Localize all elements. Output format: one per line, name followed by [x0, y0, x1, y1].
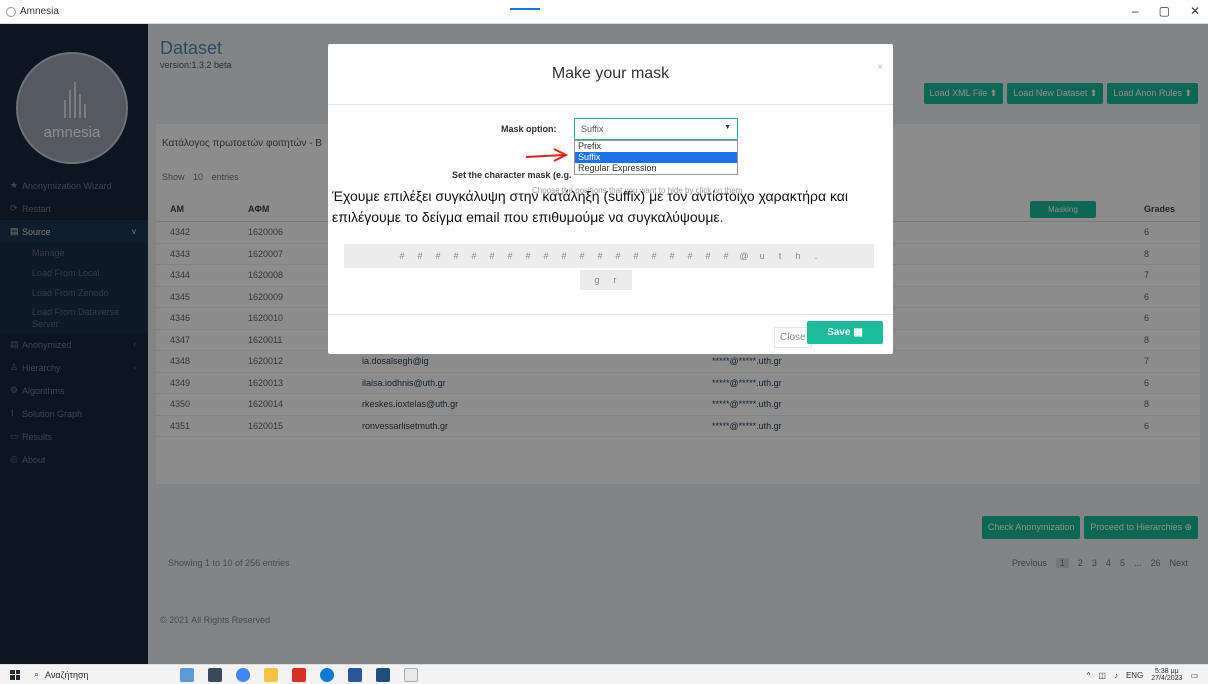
char-position[interactable]: #	[501, 251, 519, 261]
char-positions-line2: gr	[580, 270, 632, 290]
mask-option-dropdown: Prefix Suffix Regular Expression	[574, 140, 738, 175]
app-icon-red[interactable]	[292, 668, 306, 682]
window-title: Amnesia	[20, 6, 59, 17]
char-position[interactable]: @	[735, 251, 753, 261]
char-position[interactable]: #	[393, 251, 411, 261]
amnesia-taskbar-icon[interactable]	[404, 668, 418, 682]
tray-chevron-icon[interactable]: ^	[1087, 671, 1091, 680]
char-position[interactable]: .	[807, 251, 825, 261]
char-position[interactable]: #	[555, 251, 573, 261]
char-position[interactable]: #	[537, 251, 555, 261]
char-position[interactable]: r	[606, 275, 624, 285]
char-position[interactable]: t	[771, 251, 789, 261]
app-icon	[6, 6, 16, 17]
char-position[interactable]: #	[573, 251, 591, 261]
modal-title: Make your mask	[551, 65, 670, 82]
notifications-icon[interactable]: ▭	[1190, 671, 1198, 680]
divider	[328, 104, 893, 105]
word-icon[interactable]	[348, 668, 362, 682]
windows-start-icon[interactable]	[10, 669, 20, 680]
volume-icon[interactable]: ♪	[1114, 671, 1118, 680]
lang-indicator[interactable]: ENG	[1126, 671, 1143, 680]
char-position[interactable]: #	[429, 251, 447, 261]
clock[interactable]: 5:38 μμ 27/4/2023	[1151, 668, 1182, 682]
taskbar: ⌕ Αναζήτηση ^ ◫ ♪ ENG 5:38 μμ 27/4/2023 …	[0, 664, 1208, 684]
chrome-icon[interactable]	[236, 668, 250, 682]
mask-option-label: Mask option:	[501, 124, 557, 134]
char-position[interactable]: #	[645, 251, 663, 261]
maximize-button[interactable]: ▢	[1159, 4, 1170, 18]
char-position[interactable]: #	[699, 251, 717, 261]
mask-modal: Make your mask × Mask option: Suffix ▼ P…	[328, 44, 893, 354]
landscape-app-icon[interactable]	[180, 668, 194, 682]
char-position[interactable]: #	[681, 251, 699, 261]
char-position[interactable]: u	[753, 251, 771, 261]
char-position[interactable]: #	[591, 251, 609, 261]
char-position[interactable]: #	[465, 251, 483, 261]
divider	[328, 314, 893, 315]
task-view-icon[interactable]	[208, 668, 222, 682]
char-position[interactable]: #	[717, 251, 735, 261]
char-position[interactable]: #	[519, 251, 537, 261]
close-window-button[interactable]: ✕	[1190, 4, 1200, 18]
network-icon[interactable]: ◫	[1098, 671, 1106, 680]
char-position[interactable]: h	[789, 251, 807, 261]
annotation-text: Έχουμε επιλέξει συγκάλυψη στην κατάληξη …	[332, 188, 848, 225]
mask-option-select[interactable]: Suffix ▼	[574, 118, 738, 140]
app-icon-blue[interactable]	[376, 668, 390, 682]
dropdown-option[interactable]: Suffix	[575, 152, 737, 163]
file-explorer-icon[interactable]	[264, 668, 278, 682]
char-position[interactable]: #	[627, 251, 645, 261]
save-button[interactable]: Save ▦	[807, 321, 883, 344]
red-arrow-annotation	[525, 148, 569, 162]
chevron-down-icon: ▼	[724, 124, 731, 131]
search-icon: ⌕	[34, 669, 40, 679]
loading-indicator	[510, 8, 540, 10]
char-positions-line1: # # # # # # # # # # # # # # # # # # # @ u t h.	[344, 244, 874, 268]
set-char-mask-label: Set the character mask (e.g. *	[452, 170, 578, 180]
char-position[interactable]: #	[447, 251, 465, 261]
window-title-bar: Amnesia – ▢ ✕	[0, 0, 1208, 24]
dropdown-option[interactable]: Regular Expression	[575, 163, 737, 174]
close-icon[interactable]: ×	[877, 62, 883, 73]
minimize-button[interactable]: –	[1132, 4, 1139, 18]
close-button[interactable]: Close	[774, 327, 812, 348]
char-position[interactable]: #	[411, 251, 429, 261]
taskbar-search[interactable]: ⌕ Αναζήτηση	[34, 669, 89, 680]
edge-icon[interactable]	[320, 668, 334, 682]
char-position[interactable]: #	[483, 251, 501, 261]
char-position[interactable]: #	[609, 251, 627, 261]
char-position[interactable]: #	[663, 251, 681, 261]
char-position[interactable]: g	[588, 275, 606, 285]
dropdown-option[interactable]: Prefix	[575, 141, 737, 152]
